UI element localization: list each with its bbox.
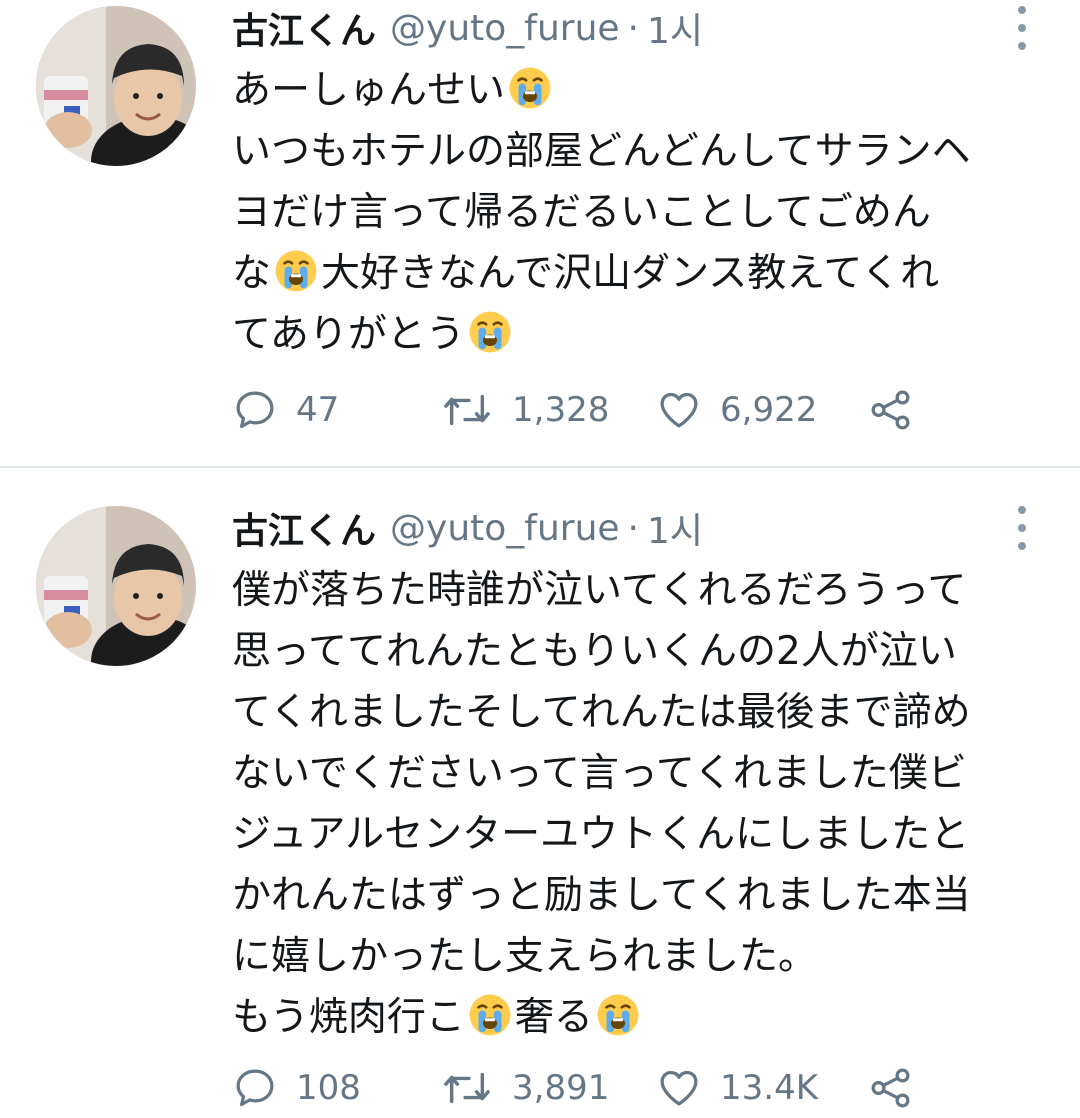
- tweet-text-line: ないでくださいって言ってくれました僕ビ: [232, 743, 1052, 804]
- tweet-text-segment: もう焼肉行こ: [232, 995, 465, 1040]
- avatar[interactable]: [36, 506, 196, 666]
- tweet-1[interactable]: 古江くん @yuto_furue · 1시 あーしゅんせいいつもホテルの部屋どん…: [0, 0, 1080, 466]
- share-icon: [871, 390, 910, 430]
- tweet-text-segment: ないでくださいって言ってくれました僕ビ: [232, 751, 967, 796]
- tweet-text-line: ジュアルセンターユウトくんにしましたと: [232, 804, 1052, 865]
- reply-button[interactable]: 47: [232, 380, 339, 440]
- share-icon: [871, 1068, 910, 1108]
- tweet-actions: 108 3,891 13.4K: [232, 1058, 1032, 1118]
- retweet-icon: [444, 394, 490, 426]
- display-name[interactable]: 古江くん: [232, 2, 376, 54]
- loudly-crying-face-emoji: [595, 992, 641, 1038]
- tweet-text-segment: 大好きなんで沢山ダンス教えてくれ: [321, 251, 940, 296]
- retweet-button[interactable]: 1,328: [440, 380, 609, 440]
- tweet-text-segment: 思っててれんたともりいくんの2人が泣い: [232, 629, 957, 674]
- separator: ·: [627, 7, 639, 49]
- reply-icon: [236, 391, 274, 429]
- user-handle[interactable]: @yuto_furue: [390, 8, 620, 49]
- reply-icon: [236, 1069, 274, 1107]
- tweet-text-segment: ジュアルセンターユウトくんにしましたと: [232, 812, 970, 857]
- tweet-text-line: 思っててれんたともりいくんの2人が泣い: [232, 621, 1052, 682]
- tweet-text: 僕が落ちた時誰が泣いてくれるだろうって 思っててれんたともりいくんの2人が泣い てく…: [232, 560, 1052, 1048]
- tweet-text-line: かれんたはずっと励ましてくれました本当: [232, 865, 1052, 926]
- tweet-text-segment: な: [232, 251, 272, 296]
- tweet-text-line: もう焼肉行こ 奢る: [232, 987, 1052, 1048]
- user-handle[interactable]: @yuto_furue: [390, 508, 620, 549]
- avatar[interactable]: [36, 6, 196, 166]
- tweet-text-line: てありがとう: [232, 304, 1052, 365]
- heart-icon: [660, 392, 698, 428]
- tweet-text-segment: てくれましたそしてれんたは最後まで諦め: [232, 690, 971, 735]
- tweet-text-segment: 奢る: [514, 995, 593, 1040]
- share-button[interactable]: [868, 380, 914, 440]
- heart-icon: [660, 1070, 698, 1106]
- tweet-text-line: ヨだけ言って帰るだるいことしてごめん: [232, 182, 1052, 243]
- tweet-2[interactable]: 古江くん @yuto_furue · 1시 僕が落ちた時誰が泣いてくれるだろうっ…: [0, 468, 1080, 1111]
- like-count: 6,922: [720, 390, 818, 430]
- like-button[interactable]: 13.4K: [656, 1058, 818, 1118]
- retweet-count: 1,328: [512, 390, 610, 430]
- reply-button[interactable]: 108: [232, 1058, 361, 1118]
- loudly-crying-face-emoji: [273, 248, 319, 294]
- avatar-photo: [36, 506, 196, 666]
- like-count: 13.4K: [720, 1068, 818, 1108]
- share-button[interactable]: [868, 1058, 914, 1118]
- timestamp[interactable]: 1시: [647, 502, 703, 554]
- reply-count: 108: [296, 1068, 361, 1108]
- tweet-text-segment: てありがとう: [232, 312, 465, 357]
- display-name[interactable]: 古江くん: [232, 502, 376, 554]
- loudly-crying-face-emoji: [467, 992, 513, 1038]
- tweet-text-segment: あーしゅんせい: [232, 68, 506, 113]
- tweet-text-line: いつもホテルの部屋どんどんしてサランヘ: [232, 121, 1052, 182]
- timestamp[interactable]: 1시: [647, 2, 703, 54]
- more-vertical-icon[interactable]: [1010, 506, 1034, 550]
- tweet-text-segment: いつもホテルの部屋どんどんしてサランヘ: [232, 129, 971, 174]
- tweet-header: 古江くん @yuto_furue · 1시: [232, 2, 703, 54]
- tweet-text-line: な 大好きなんで沢山ダンス教えてくれ: [232, 243, 1052, 304]
- loudly-crying-face-emoji: [467, 309, 513, 355]
- tweet-header: 古江くん @yuto_furue · 1시: [232, 502, 703, 554]
- avatar-photo: [36, 6, 196, 166]
- tweet-text-segment: 僕が落ちた時誰が泣いてくれるだろうって: [232, 568, 967, 613]
- tweet-actions: 47 1,328 6,922: [232, 380, 1032, 440]
- reply-count: 47: [296, 390, 340, 430]
- tweet-text: あーしゅんせいいつもホテルの部屋どんどんしてサランヘ ヨだけ言って帰るだるいことし…: [232, 60, 1052, 365]
- more-vertical-icon[interactable]: [1010, 6, 1034, 50]
- loudly-crying-face-emoji: [507, 65, 553, 111]
- retweet-icon: [444, 1072, 490, 1104]
- tweet-text-line: てくれましたそしてれんたは最後まで諦め: [232, 682, 1052, 743]
- tweet-text-segment: ヨだけ言って帰るだるいことしてごめん: [232, 190, 931, 235]
- retweet-button[interactable]: 3,891: [440, 1058, 609, 1118]
- separator: ·: [627, 507, 639, 549]
- tweet-text-line: 僕が落ちた時誰が泣いてくれるだろうって: [232, 560, 1052, 621]
- tweet-text-segment: に嬉しかったし支えられました。: [232, 934, 818, 979]
- tweet-text-line: あーしゅんせい: [232, 60, 1052, 121]
- like-button[interactable]: 6,922: [656, 380, 817, 440]
- retweet-count: 3,891: [512, 1068, 610, 1108]
- tweet-text-segment: かれんたはずっと励ましてくれました本当: [232, 873, 971, 918]
- tweet-text-line: に嬉しかったし支えられました。: [232, 926, 1052, 987]
